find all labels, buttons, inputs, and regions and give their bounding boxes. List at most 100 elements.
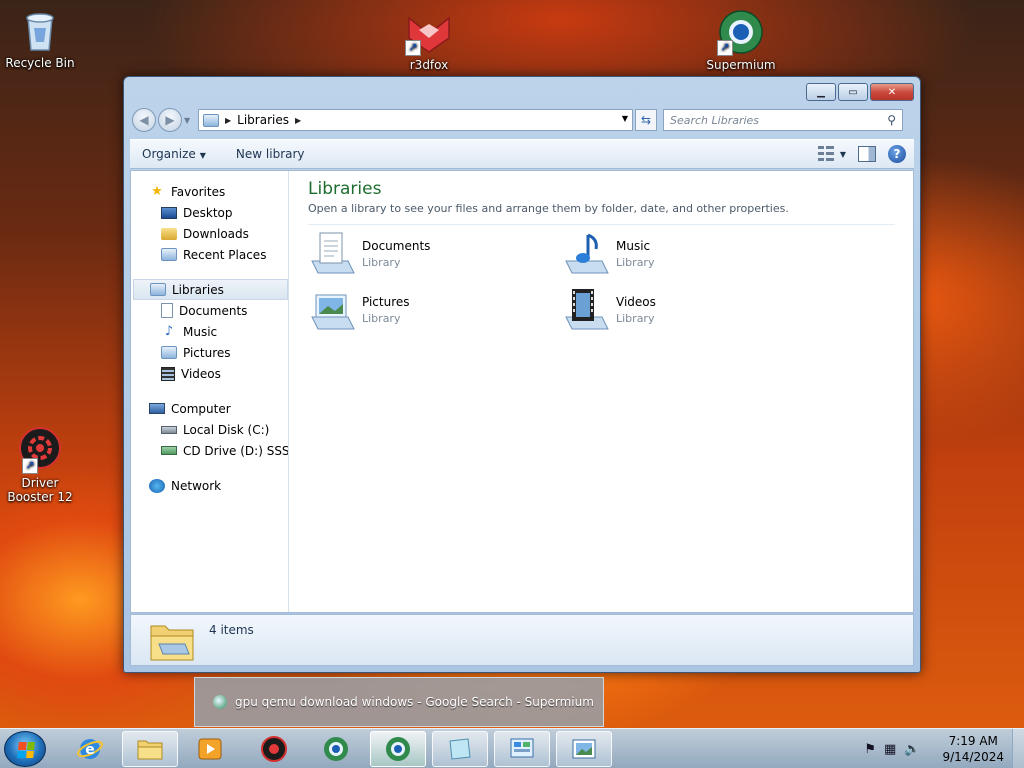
- recent-pages-dropdown[interactable]: ▼: [184, 116, 194, 125]
- library-name: Pictures: [362, 295, 410, 309]
- nav-item-documents[interactable]: Documents: [131, 300, 288, 321]
- library-item-documents[interactable]: Documents Library: [308, 231, 562, 277]
- nav-item-music[interactable]: ♪ Music: [131, 321, 288, 342]
- desktop-icon-r3dfox[interactable]: ↗ r3dfox: [389, 8, 469, 72]
- nav-item-label: Computer: [171, 401, 231, 416]
- library-item-music[interactable]: Music Library: [562, 231, 816, 277]
- refresh-icon: ⇆: [640, 113, 652, 127]
- hard-disk-icon: [161, 425, 177, 434]
- action-center-flag-icon[interactable]: ⚑: [864, 742, 876, 757]
- nav-item-pictures[interactable]: Pictures: [131, 342, 288, 363]
- image-viewer-icon: [572, 739, 596, 759]
- taskbar-ie[interactable]: e: [62, 731, 118, 767]
- help-icon[interactable]: ?: [888, 145, 906, 163]
- command-bar: Organize ▼ New library ▼ ?: [130, 139, 914, 169]
- taskbar-thumbnail-preview[interactable]: gpu qemu download windows - Google Searc…: [194, 677, 604, 727]
- address-dropdown-icon[interactable]: ▼: [622, 114, 628, 123]
- desktop-icon-supermium[interactable]: ↗ Supermium: [701, 8, 781, 72]
- taskbar: e ⚑ ▦ 🔈 7:19 AM 9/14/2024: [0, 728, 1024, 768]
- breadcrumb-arrow-icon[interactable]: ▶: [295, 116, 301, 125]
- nav-item-videos[interactable]: Videos: [131, 363, 288, 384]
- maximize-icon: ▭: [848, 86, 858, 98]
- nav-item-computer[interactable]: Computer: [131, 398, 288, 419]
- taskbar-app-window[interactable]: [432, 731, 488, 767]
- minimize-button[interactable]: ▁: [806, 83, 836, 101]
- nav-item-recent-places[interactable]: Recent Places: [131, 244, 288, 265]
- address-row: ◀ ▶ ▼ ▶ Libraries ▶ ▼ ⇆ ⚲: [132, 107, 912, 133]
- library-item-pictures[interactable]: Pictures Library: [308, 287, 562, 333]
- taskbar-explorer[interactable]: [122, 731, 178, 767]
- clock-time: 7:19 AM: [948, 734, 998, 748]
- library-type: Library: [616, 312, 655, 325]
- organize-button[interactable]: Organize ▼: [142, 147, 206, 161]
- maximize-button[interactable]: ▭: [838, 83, 868, 101]
- nav-item-label: Network: [171, 478, 222, 493]
- nav-item-network[interactable]: Network: [131, 475, 288, 496]
- taskbar-control-panel[interactable]: [494, 731, 550, 767]
- library-item-videos[interactable]: Videos Library: [562, 287, 816, 333]
- internet-explorer-icon: e: [77, 739, 103, 759]
- breadcrumb-libraries[interactable]: Libraries: [237, 113, 289, 127]
- svg-text:e: e: [85, 742, 95, 758]
- start-button[interactable]: [4, 731, 46, 767]
- new-library-button[interactable]: New library: [236, 147, 305, 161]
- taskbar-media-player[interactable]: [182, 731, 238, 767]
- pictures-library-icon: [308, 287, 358, 333]
- search-input[interactable]: [670, 113, 870, 127]
- desktop-icon-driver-booster[interactable]: ↗ Driver Booster 12: [0, 426, 80, 504]
- driver-booster-label: Driver Booster 12: [7, 476, 73, 504]
- desktop-icon-recycle-bin[interactable]: Recycle Bin: [0, 6, 80, 70]
- nav-item-favorites[interactable]: ★ Favorites: [131, 181, 288, 202]
- taskbar-supermium[interactable]: [370, 731, 426, 767]
- volume-icon[interactable]: 🔈: [904, 742, 920, 757]
- music-note-icon: ♪: [164, 324, 174, 339]
- navigation-pane: ★ Favorites Desktop Downloads Recent Pla…: [131, 171, 289, 612]
- explorer-window: ▁ ▭ ✕ ◀ ▶ ▼ ▶ Libraries ▶ ▼ ⇆ ⚲ Organize…: [123, 76, 921, 673]
- close-button[interactable]: ✕: [870, 83, 914, 101]
- view-dropdown-icon[interactable]: ▼: [840, 150, 846, 159]
- libraries-icon: [150, 283, 166, 296]
- r3dfox-icon: ↗: [405, 8, 453, 56]
- nav-item-local-disk[interactable]: Local Disk (C:): [131, 419, 288, 440]
- search-box[interactable]: ⚲: [663, 109, 903, 131]
- organize-label: Organize: [142, 147, 196, 161]
- nav-group-network: Network: [131, 475, 288, 496]
- computer-icon: [149, 403, 165, 414]
- show-desktop-button[interactable]: [1012, 729, 1024, 768]
- breadcrumb-root-arrow-icon[interactable]: ▶: [225, 116, 231, 125]
- address-bar[interactable]: ▶ Libraries ▶ ▼: [198, 109, 633, 131]
- page-description: Open a library to see your files and arr…: [308, 202, 895, 225]
- driver-booster-icon: [261, 736, 287, 762]
- page-title: Libraries: [308, 179, 382, 199]
- nav-item-desktop[interactable]: Desktop: [131, 202, 288, 223]
- forward-button[interactable]: ▶: [158, 108, 182, 132]
- tray-icons: ⚑ ▦ 🔈: [864, 742, 920, 757]
- nav-group-computer: Computer Local Disk (C:) CD Drive (D:) S…: [131, 398, 288, 461]
- downloads-folder-icon: [161, 227, 177, 240]
- content-area: ★ Favorites Desktop Downloads Recent Pla…: [130, 170, 914, 613]
- nav-item-label: Desktop: [183, 205, 233, 220]
- clock[interactable]: 7:19 AM 9/14/2024: [942, 733, 1004, 765]
- nav-item-label: Pictures: [183, 345, 231, 360]
- main-pane: Libraries Open a library to see your fil…: [290, 171, 913, 612]
- nav-item-label: Favorites: [171, 184, 226, 199]
- recycle-bin-icon: [16, 6, 64, 54]
- preview-pane-icon[interactable]: [858, 146, 876, 162]
- search-icon[interactable]: ⚲: [887, 113, 896, 127]
- taskbar-image-viewer[interactable]: [556, 731, 612, 767]
- nav-item-libraries[interactable]: Libraries: [133, 279, 288, 300]
- shortcut-arrow-icon: ↗: [22, 458, 38, 474]
- nav-item-cd-drive[interactable]: CD Drive (D:) SSS_X6: [131, 440, 288, 461]
- refresh-button[interactable]: ⇆: [635, 109, 657, 131]
- pictures-icon: [161, 346, 177, 359]
- library-name: Music: [616, 239, 651, 253]
- taskbar-driver-booster[interactable]: [246, 731, 302, 767]
- change-view-icon[interactable]: [817, 146, 834, 162]
- supermium-label: Supermium: [706, 58, 776, 72]
- windows-logo-icon: [17, 742, 35, 758]
- back-button[interactable]: ◀: [132, 108, 156, 132]
- taskbar-r3dfox-browser[interactable]: [308, 731, 364, 767]
- network-status-icon[interactable]: ▦: [884, 742, 896, 757]
- nav-item-downloads[interactable]: Downloads: [131, 223, 288, 244]
- shortcut-arrow-icon: ↗: [717, 40, 733, 56]
